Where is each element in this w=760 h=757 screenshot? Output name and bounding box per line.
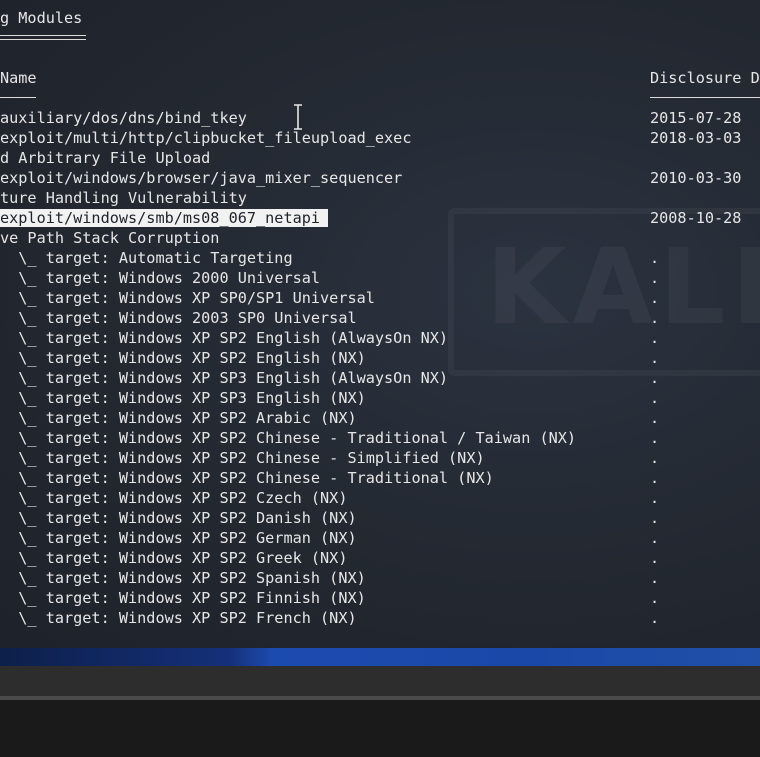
module-row[interactable]: \_ target: Windows XP SP2 French (NX) <box>0 608 356 628</box>
text-cursor-icon <box>294 104 302 130</box>
module-row[interactable]: \_ target: Windows 2003 SP0 Universal <box>0 308 356 328</box>
module-disclosure-date: . <box>650 389 660 407</box>
module-row[interactable]: \_ target: Windows XP SP3 English (NX) <box>0 388 365 408</box>
terminal-output[interactable]: KALI g Modules Name Disclosure D auxilia… <box>0 0 760 648</box>
module-disclosure-date: . <box>650 529 660 547</box>
module-disclosure-date: 2015-07-28 <box>650 109 742 127</box>
column-header-name-underline <box>0 97 36 99</box>
module-disclosure-date: . <box>650 249 660 267</box>
module-row[interactable]: \_ target: Windows XP SP2 Chinese - Trad… <box>0 468 493 488</box>
module-row[interactable]: \_ target: Windows XP SP2 Greek (NX) <box>0 548 347 568</box>
module-disclosure-date: . <box>650 449 660 467</box>
column-header-name: Name <box>0 69 37 87</box>
module-disclosure-date: . <box>650 289 660 307</box>
module-disclosure-date: . <box>650 469 660 487</box>
module-disclosure-date: 2010-03-30 <box>650 169 742 187</box>
module-row[interactable]: \_ target: Automatic Targeting <box>0 248 292 268</box>
module-disclosure-date: . <box>650 349 660 367</box>
module-disclosure-date: . <box>650 569 660 587</box>
selection-highlight[interactable]: exploit/windows/smb/ms08_067_netapi <box>0 209 329 227</box>
module-row[interactable]: \_ target: Windows 2000 Universal <box>0 268 320 288</box>
module-disclosure-date: . <box>650 329 660 347</box>
module-row[interactable]: exploit/multi/http/clipbucket_fileupload… <box>0 128 411 148</box>
section-title: g Modules <box>0 9 83 27</box>
module-row[interactable]: \_ target: Windows XP SP2 Finnish (NX) <box>0 588 365 608</box>
module-row[interactable]: \_ target: Windows XP SP3 English (Alway… <box>0 368 448 388</box>
module-row[interactable]: \_ target: Windows XP SP2 Czech (NX) <box>0 488 347 508</box>
section-title-underline-2 <box>0 39 86 41</box>
module-row[interactable]: \_ target: Windows XP SP2 Spanish (NX) <box>0 568 365 588</box>
module-row[interactable]: ve Path Stack Corruption <box>0 228 219 248</box>
column-header-disclosure: Disclosure D <box>650 69 760 87</box>
module-disclosure-date: . <box>650 429 660 447</box>
desktop-wallpaper-strip <box>0 648 760 666</box>
module-row[interactable]: \_ target: Windows XP SP2 English (Alway… <box>0 328 448 348</box>
module-row[interactable]: \_ target: Windows XP SP2 Danish (NX) <box>0 508 356 528</box>
section-title-underline <box>0 35 86 37</box>
module-disclosure-date: . <box>650 609 660 627</box>
module-row[interactable]: \_ target: Windows XP SP2 Arabic (NX) <box>0 408 356 428</box>
module-disclosure-date: . <box>650 369 660 387</box>
module-row[interactable]: \_ target: Windows XP SP2 Chinese - Trad… <box>0 428 576 448</box>
module-disclosure-date: 2018-03-03 <box>650 129 742 147</box>
kali-watermark-text: KALI <box>486 226 760 348</box>
module-disclosure-date: . <box>650 489 660 507</box>
taskbar[interactable] <box>0 666 760 696</box>
module-disclosure-date: . <box>650 269 660 287</box>
module-row[interactable]: d Arbitrary File Upload <box>0 148 210 168</box>
column-header-disclosure-underline <box>650 97 760 99</box>
module-disclosure-date: . <box>650 409 660 427</box>
module-row[interactable]: \_ target: Windows XP SP0/SP1 Universal <box>0 288 375 308</box>
module-row[interactable]: \_ target: Windows XP SP2 English (NX) <box>0 348 365 368</box>
module-row[interactable]: auxiliary/dos/dns/bind_tkey <box>0 108 247 128</box>
module-disclosure-date: 2008-10-28 <box>650 209 742 227</box>
bottom-panel <box>0 700 760 757</box>
module-disclosure-date: . <box>650 309 660 327</box>
module-disclosure-date: . <box>650 509 660 527</box>
module-disclosure-date: . <box>650 549 660 567</box>
module-row[interactable]: \_ target: Windows XP SP2 German (NX) <box>0 528 356 548</box>
module-row-selected[interactable]: exploit/windows/smb/ms08_067_netapi <box>0 208 329 228</box>
module-row[interactable]: \_ target: Windows XP SP2 Chinese - Simp… <box>0 448 484 468</box>
module-row[interactable]: exploit/windows/browser/java_mixer_seque… <box>0 168 402 188</box>
module-row[interactable]: ture Handling Vulnerability <box>0 188 247 208</box>
module-disclosure-date: . <box>650 589 660 607</box>
